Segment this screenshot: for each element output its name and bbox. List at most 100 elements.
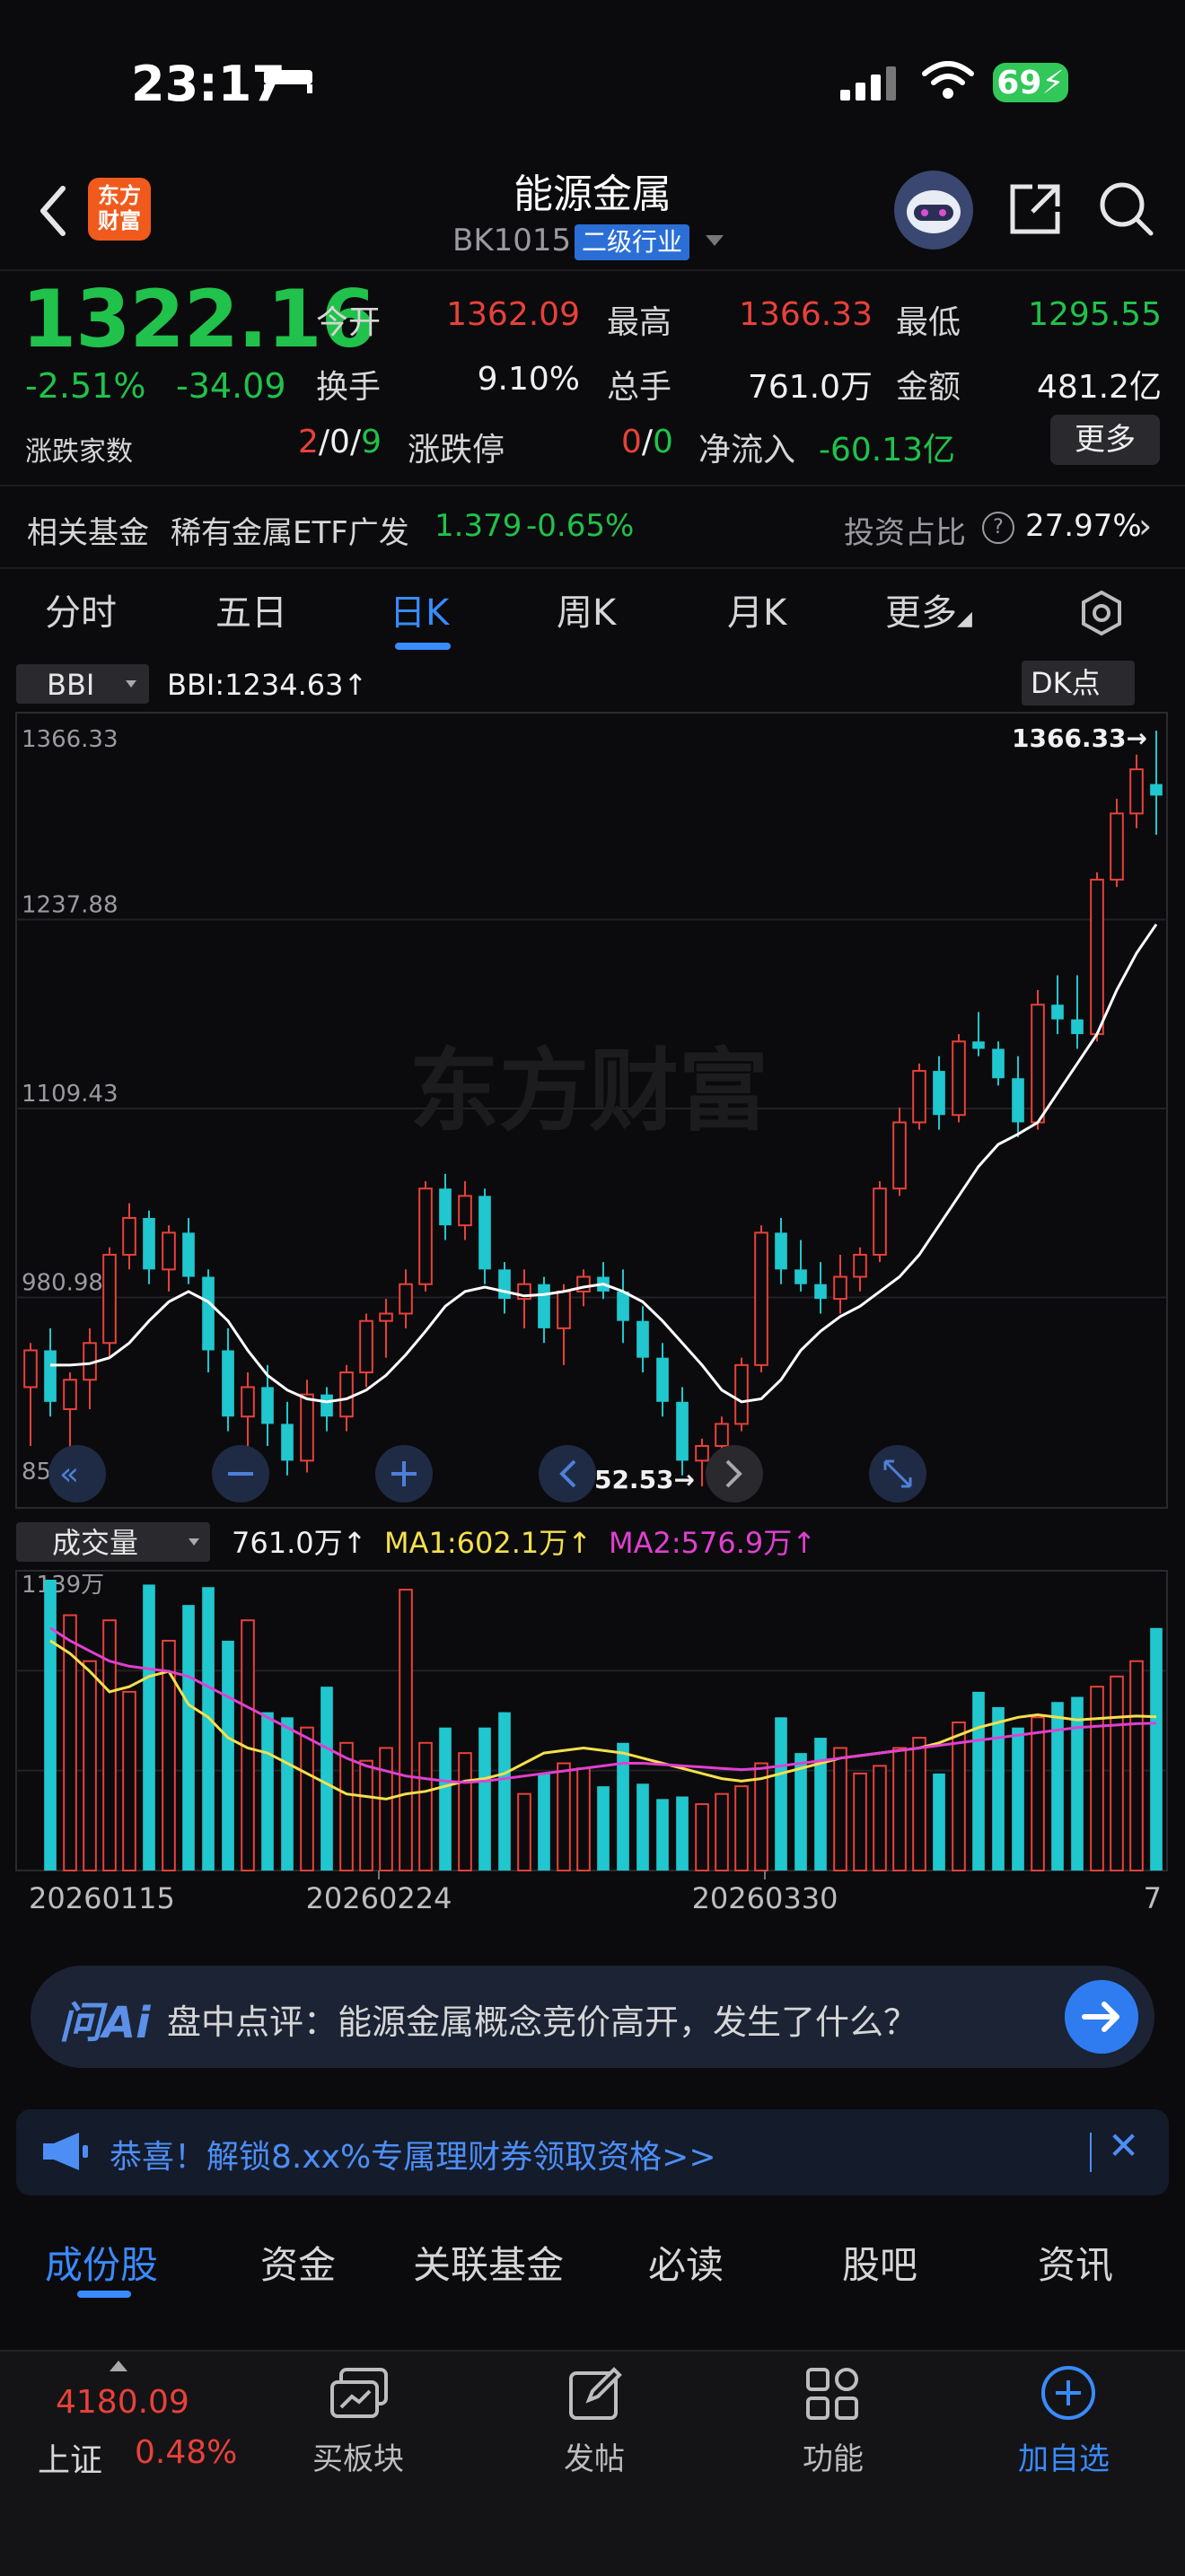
max-price-label: 1366.33→ (1012, 723, 1147, 753)
prev-button[interactable] (539, 1445, 596, 1503)
index-percent[interactable]: 0.48% (135, 2434, 237, 2471)
candle-body (478, 1196, 491, 1270)
assistant-robot-icon[interactable] (894, 171, 973, 250)
promo-text[interactable]: 恭喜！解锁8.xx%专属理财券领取资格>> (110, 2131, 716, 2177)
amount-value: 481.2亿 (1036, 369, 1162, 406)
level-badge[interactable]: 二级行业 (575, 224, 690, 260)
volume-bar (339, 1741, 354, 1872)
index-name[interactable]: 上证 (38, 2434, 102, 2481)
x-axis-ticks: 20260115 20260224 20260330 7 (29, 1871, 1162, 1915)
low-value: 1295.55 (1028, 296, 1162, 333)
signal-icon (840, 66, 896, 101)
high-label: 最高 (607, 304, 672, 341)
candle-body (853, 1253, 867, 1278)
tab-news[interactable]: 资讯 (1038, 2235, 1113, 2290)
candle-body (1031, 1003, 1045, 1124)
tab-funds-flow[interactable]: 资金 (260, 2235, 336, 2290)
arrow-right-icon[interactable] (1065, 1980, 1138, 2054)
candle-body (636, 1320, 649, 1358)
candle-body (873, 1187, 887, 1256)
sector-code: BK1015 (452, 223, 572, 258)
candle-body (734, 1363, 749, 1425)
volume-bar (261, 1712, 274, 1871)
volume-bar (517, 1792, 531, 1871)
help-icon[interactable]: ? (982, 512, 1014, 544)
tab-more[interactable]: 更多◢ (885, 583, 972, 635)
share-icon[interactable] (1005, 180, 1065, 239)
candle-body (933, 1071, 945, 1116)
volume-bar (814, 1738, 827, 1871)
y-tick-label: 1366.33 (22, 726, 118, 753)
kline-chart[interactable]: BBI BBI:1234.63↑ DK点 东方财富 1366.33 1237.88… (0, 655, 1185, 1921)
minus-icon (228, 1472, 253, 1476)
candle-body (339, 1371, 354, 1418)
candle-body (458, 1195, 472, 1227)
invest-ratio-label: 投资占比 (844, 515, 966, 551)
candle-body (833, 1275, 847, 1301)
volume-bar (143, 1584, 155, 1871)
volume-bar (1110, 1675, 1124, 1871)
volume-bar (1129, 1660, 1144, 1872)
ai-commentary-text[interactable]: 盘中点评：能源金属概念竞价高开，发生了什么？ (167, 1994, 917, 2044)
candle-body (498, 1269, 511, 1300)
candle-body (44, 1350, 57, 1402)
volume-ma1: MA1:602.1万↑ (384, 1526, 592, 1560)
functions-grid-icon[interactable] (804, 2366, 860, 2422)
nav-add-watchlist[interactable]: 加自选 (1018, 2434, 1110, 2478)
active-tab-indicator (77, 2291, 131, 2298)
more-button[interactable]: 更多 (1050, 415, 1160, 465)
volume-bar (933, 1773, 945, 1871)
nav-post[interactable]: 发帖 (564, 2434, 625, 2478)
volume-bar (1031, 1716, 1045, 1871)
candle-body (695, 1444, 709, 1462)
tab-day-k[interactable]: 日K (390, 583, 449, 635)
volume-bar (458, 1752, 472, 1871)
gear-icon[interactable] (1077, 589, 1126, 637)
tab-five-day[interactable]: 五日 (215, 583, 287, 635)
candle-body (399, 1283, 413, 1315)
megaphone-icon (43, 2133, 88, 2170)
double-chevron-left-icon: « (59, 1456, 79, 1493)
index-value[interactable]: 4180.09 (56, 2384, 189, 2421)
amount-label: 金额 (896, 369, 961, 406)
nav-functions[interactable]: 功能 (803, 2434, 864, 2478)
tab-week-k[interactable]: 周K (557, 583, 616, 635)
rise-fall-count-label: 涨跌家数 (25, 436, 133, 468)
volume-bar (478, 1727, 491, 1871)
volume-bar (1090, 1686, 1104, 1871)
open-value: 1362.09 (446, 296, 580, 333)
watermark: 东方财富 (409, 1038, 768, 1143)
candle-body (794, 1269, 807, 1284)
candle-body (1110, 812, 1124, 881)
open-label: 今开 (316, 304, 382, 341)
close-icon[interactable]: ✕ (1108, 2124, 1139, 2168)
chevron-right-icon[interactable]: › (1138, 506, 1152, 546)
volume-bar (182, 1605, 195, 1871)
post-icon[interactable] (567, 2366, 623, 2422)
volume-bar (873, 1765, 887, 1871)
tab-constituents[interactable]: 成份股 (45, 2235, 158, 2290)
fund-change: -0.65% (526, 508, 635, 544)
caret-up-icon[interactable] (110, 2361, 127, 2371)
candle-body (715, 1423, 729, 1447)
chevron-down-icon[interactable] (706, 235, 724, 246)
next-button[interactable] (706, 1445, 763, 1503)
add-watchlist-icon[interactable] (1040, 2364, 1097, 2422)
volume-label: 总手 (607, 369, 672, 406)
tab-month-k[interactable]: 月K (727, 583, 786, 635)
y-tick-label: 980.98 (22, 1270, 103, 1297)
dk-point-label: DK点 (1031, 666, 1101, 700)
tab-forum[interactable]: 股吧 (842, 2235, 917, 2290)
fund-name[interactable]: 稀有金属ETF广发 (171, 508, 409, 552)
candle-body (1051, 1004, 1064, 1020)
tab-intraday[interactable]: 分时 (45, 583, 117, 635)
candle-body (102, 1253, 117, 1345)
volume-bar (656, 1799, 669, 1871)
buy-sector-icon[interactable] (329, 2366, 391, 2422)
tab-must-read[interactable]: 必读 (648, 2235, 724, 2290)
volume-value: 761.0万 (747, 369, 873, 406)
tab-related-funds[interactable]: 关联基金 (413, 2235, 564, 2290)
nav-buy-sector[interactable]: 买板块 (312, 2434, 404, 2478)
search-icon[interactable] (1097, 180, 1156, 239)
volume-bar (439, 1727, 452, 1871)
